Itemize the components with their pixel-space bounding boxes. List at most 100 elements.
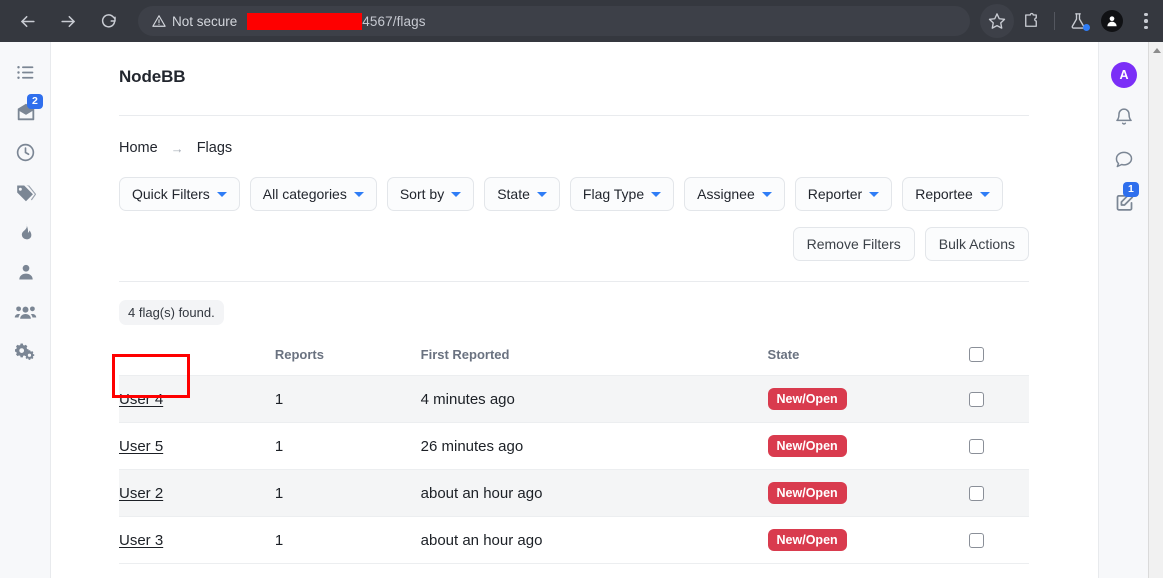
notifications-button[interactable] xyxy=(1099,96,1149,138)
filter-label: Assignee xyxy=(697,185,755,203)
forward-arrow-icon[interactable] xyxy=(51,4,85,38)
sidebar-item-user[interactable] xyxy=(0,252,51,292)
col-header-reports: Reports xyxy=(275,341,421,376)
filter-reporter[interactable]: Reporter xyxy=(795,177,892,211)
table-row[interactable]: User 4 1 4 minutes ago New/Open xyxy=(119,376,1029,423)
table-header-row: Reports First Reported State xyxy=(119,341,1029,376)
sidebar-item-inbox[interactable]: 2 xyxy=(0,92,51,132)
inbox-badge: 2 xyxy=(27,94,43,109)
back-arrow-icon[interactable] xyxy=(10,4,44,38)
filter-reportee[interactable]: Reportee xyxy=(902,177,1003,211)
row-checkbox[interactable] xyxy=(969,486,984,501)
cell-user: User 5 xyxy=(119,423,275,470)
cell-user: User 2 xyxy=(119,470,275,517)
results-count-badge: 4 flag(s) found. xyxy=(119,300,224,325)
col-header-first-reported: First Reported xyxy=(421,341,768,376)
user-link[interactable]: User 4 xyxy=(119,391,163,408)
table-row[interactable]: User 5 1 26 minutes ago New/Open xyxy=(119,423,1029,470)
col-header-user xyxy=(119,341,275,376)
cell-state: New/Open xyxy=(768,470,969,517)
reload-icon[interactable] xyxy=(92,4,126,38)
filter-state[interactable]: State xyxy=(484,177,560,211)
breadcrumb-separator-icon: → xyxy=(171,141,184,156)
flask-status-dot xyxy=(1083,24,1090,31)
chevron-down-icon xyxy=(869,192,879,197)
table-row[interactable]: User 3 1 about an hour ago New/Open xyxy=(119,517,1029,564)
flags-table: Reports First Reported State User 4 1 xyxy=(119,341,1029,564)
filter-quick-filters[interactable]: Quick Filters xyxy=(119,177,240,211)
main-content: NodeBB Home → Flags Quick Filters All ca… xyxy=(51,42,1097,578)
row-checkbox[interactable] xyxy=(969,533,984,548)
row-checkbox[interactable] xyxy=(969,392,984,407)
cell-select xyxy=(969,423,1029,470)
chevron-down-icon xyxy=(980,192,990,197)
cell-first-reported: about an hour ago xyxy=(421,470,768,517)
cell-select xyxy=(969,470,1029,517)
sidebar-item-settings[interactable] xyxy=(0,332,51,372)
status-badge: New/Open xyxy=(768,388,847,410)
select-all-checkbox[interactable] xyxy=(969,347,984,362)
sidebar-item-clock[interactable] xyxy=(0,132,51,172)
cell-first-reported: about an hour ago xyxy=(421,517,768,564)
table-row[interactable]: User 2 1 about an hour ago New/Open xyxy=(119,470,1029,517)
col-header-select-all xyxy=(969,341,1029,376)
page-title: NodeBB xyxy=(119,42,1029,87)
page-scrollbar[interactable] xyxy=(1148,42,1163,578)
bulk-actions-button[interactable]: Bulk Actions xyxy=(925,227,1029,261)
row-checkbox[interactable] xyxy=(969,439,984,454)
toolbar-divider xyxy=(1054,12,1055,30)
breadcrumb-home[interactable]: Home xyxy=(119,140,158,156)
filter-actions: Remove Filters Bulk Actions xyxy=(119,211,1029,261)
browser-toolbar: Not secure 4567/flags xyxy=(0,0,1163,42)
status-badge: New/Open xyxy=(768,435,847,457)
url-display[interactable]: 4567/flags xyxy=(247,13,425,30)
user-link[interactable]: User 2 xyxy=(119,485,163,502)
kebab-menu-icon[interactable] xyxy=(1129,4,1163,38)
address-bar[interactable]: Not secure 4567/flags xyxy=(138,6,970,36)
site-security-chip[interactable]: Not secure xyxy=(152,14,247,29)
sidebar-item-tags[interactable] xyxy=(0,172,51,212)
compose-button[interactable]: 1 xyxy=(1099,180,1149,222)
filter-flag-type[interactable]: Flag Type xyxy=(570,177,674,211)
cell-reports: 1 xyxy=(275,517,421,564)
remove-filters-button[interactable]: Remove Filters xyxy=(793,227,915,261)
sidebar-item-list[interactable] xyxy=(0,52,51,92)
filter-label: Reporter xyxy=(808,185,862,203)
filter-label: All categories xyxy=(263,185,347,203)
url-suffix: 4567/flags xyxy=(362,14,425,29)
sidebar-item-users[interactable] xyxy=(0,292,51,332)
filters-divider xyxy=(119,281,1029,282)
sidebar-item-fire[interactable] xyxy=(0,212,51,252)
status-badge: New/Open xyxy=(768,482,847,504)
puzzle-piece-icon[interactable] xyxy=(1014,4,1048,38)
chevron-down-icon xyxy=(762,192,772,197)
flask-icon[interactable] xyxy=(1061,4,1095,38)
status-badge: New/Open xyxy=(768,529,847,551)
filter-assignee[interactable]: Assignee xyxy=(684,177,785,211)
user-link[interactable]: User 3 xyxy=(119,532,163,549)
filter-sort-by[interactable]: Sort by xyxy=(387,177,474,211)
cell-user: User 3 xyxy=(119,517,275,564)
breadcrumb: Home → Flags xyxy=(119,116,1029,156)
chevron-down-icon xyxy=(354,192,364,197)
cell-state: New/Open xyxy=(768,423,969,470)
col-header-state: State xyxy=(768,341,969,376)
right-sidebar: A 1 xyxy=(1098,42,1148,578)
filter-label: State xyxy=(497,185,530,203)
app-shell: 2 NodeBB H xyxy=(0,42,1163,578)
cell-select xyxy=(969,376,1029,423)
chevron-down-icon xyxy=(537,192,547,197)
filter-bar: Quick Filters All categories Sort by Sta… xyxy=(119,156,1029,211)
cell-state: New/Open xyxy=(768,376,969,423)
user-avatar[interactable]: A xyxy=(1099,54,1149,96)
scroll-up-arrow-icon[interactable] xyxy=(1149,42,1163,58)
compose-badge: 1 xyxy=(1123,182,1139,197)
cell-reports: 1 xyxy=(275,423,421,470)
star-icon[interactable] xyxy=(980,4,1014,38)
chat-button[interactable] xyxy=(1099,138,1149,180)
avatar-circle xyxy=(1101,10,1123,32)
cell-reports: 1 xyxy=(275,470,421,517)
filter-all-categories[interactable]: All categories xyxy=(250,177,377,211)
user-link[interactable]: User 5 xyxy=(119,438,163,455)
profile-avatar-icon[interactable] xyxy=(1095,4,1129,38)
